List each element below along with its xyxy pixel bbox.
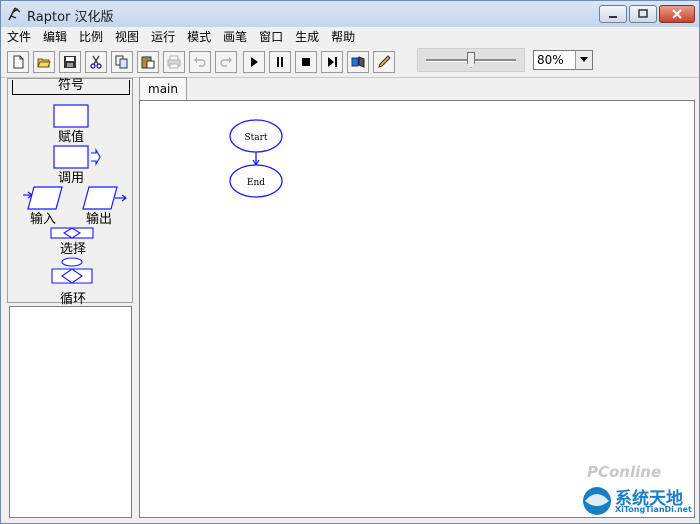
undo-icon — [194, 57, 206, 67]
step-button[interactable] — [321, 51, 343, 73]
copy-icon — [115, 55, 128, 69]
menu-window[interactable]: 窗口 — [253, 27, 289, 47]
undo-button[interactable] — [189, 51, 211, 73]
flowchart: Start End — [229, 119, 283, 198]
pause-icon — [277, 57, 283, 67]
menu-pen[interactable]: 画笔 — [217, 27, 253, 47]
zoom-select[interactable]: 80% — [533, 50, 593, 70]
save-button[interactable] — [59, 51, 81, 73]
close-button[interactable] — [659, 5, 695, 23]
symbol-label-call: 调用 — [58, 171, 85, 186]
chevron-down-icon — [580, 57, 588, 62]
redo-icon — [220, 57, 232, 67]
cut-button[interactable] — [85, 51, 107, 73]
pen-icon — [378, 55, 391, 68]
close-icon — [672, 9, 682, 19]
pause-button[interactable] — [269, 51, 291, 73]
menu-file[interactable]: 文件 — [1, 27, 37, 47]
end-label: End — [247, 178, 265, 188]
symbols-panel: 符号 赋值 调用 输入 输出 选择 循环 — [7, 78, 133, 307]
pen-button[interactable] — [373, 51, 395, 73]
tab-main[interactable]: main — [139, 77, 187, 100]
save-icon — [64, 56, 76, 68]
menu-edit[interactable]: 编辑 — [37, 27, 73, 47]
cut-icon — [90, 55, 102, 69]
new-file-button[interactable] — [7, 51, 29, 73]
maximize-icon — [638, 9, 648, 18]
symbol-label-input: 输入 — [30, 212, 57, 227]
zoom-dropdown-button[interactable] — [575, 51, 592, 69]
symbol-label-loop: 循环 — [60, 292, 87, 307]
raptor-app-icon — [8, 7, 21, 21]
minimize-button[interactable] — [599, 5, 627, 23]
print-icon — [167, 55, 181, 69]
symbol-label-output: 输出 — [86, 212, 113, 227]
maximize-button[interactable] — [629, 5, 657, 23]
open-folder-icon — [37, 58, 51, 68]
menu-help[interactable]: 帮助 — [325, 27, 361, 47]
stop-button[interactable] — [295, 51, 317, 73]
copy-button[interactable] — [111, 51, 133, 73]
step-icon — [328, 57, 337, 67]
minimize-icon — [609, 16, 617, 18]
compile-icon — [351, 56, 365, 68]
speed-slider-thumb[interactable] — [467, 52, 475, 68]
menu-view[interactable]: 视图 — [109, 27, 145, 47]
redo-button[interactable] — [215, 51, 237, 73]
menu-scale[interactable]: 比例 — [73, 27, 109, 47]
stop-icon — [302, 58, 310, 66]
toolbar — [1, 47, 699, 78]
speed-slider[interactable] — [417, 48, 525, 72]
window-title: Raptor 汉化版 — [27, 10, 114, 25]
paste-button[interactable] — [137, 51, 159, 73]
menu-mode[interactable]: 模式 — [181, 27, 217, 47]
symbol-label-selection: 选择 — [60, 242, 87, 257]
zoom-value: 80% — [537, 53, 564, 67]
new-file-icon — [13, 55, 24, 69]
open-button[interactable] — [33, 51, 55, 73]
compile-button[interactable] — [347, 51, 369, 73]
start-label: Start — [244, 133, 267, 143]
flowchart-canvas[interactable]: Start End — [139, 100, 695, 518]
raptor-window: Raptor 汉化版 文件 编辑 比例 视图 运行 模式 画笔 窗口 生成 帮助 — [0, 0, 700, 524]
print-button[interactable] — [163, 51, 185, 73]
play-icon — [251, 57, 258, 67]
title-bar[interactable]: Raptor 汉化版 — [1, 1, 699, 28]
menu-run[interactable]: 运行 — [145, 27, 181, 47]
loop-symbol[interactable] — [50, 257, 94, 285]
symbol-label-assignment: 赋值 — [58, 130, 85, 145]
menu-bar: 文件 编辑 比例 视图 运行 模式 画笔 窗口 生成 帮助 — [1, 27, 699, 47]
variables-panel[interactable] — [9, 306, 132, 518]
menu-generate[interactable]: 生成 — [289, 27, 325, 47]
symbols-header: 符号 — [12, 79, 130, 95]
paste-icon — [141, 56, 155, 69]
run-button[interactable] — [243, 51, 265, 73]
watermark-url: XiTongTianDi.net — [615, 505, 692, 514]
watermark-brand: PConline — [587, 463, 662, 481]
